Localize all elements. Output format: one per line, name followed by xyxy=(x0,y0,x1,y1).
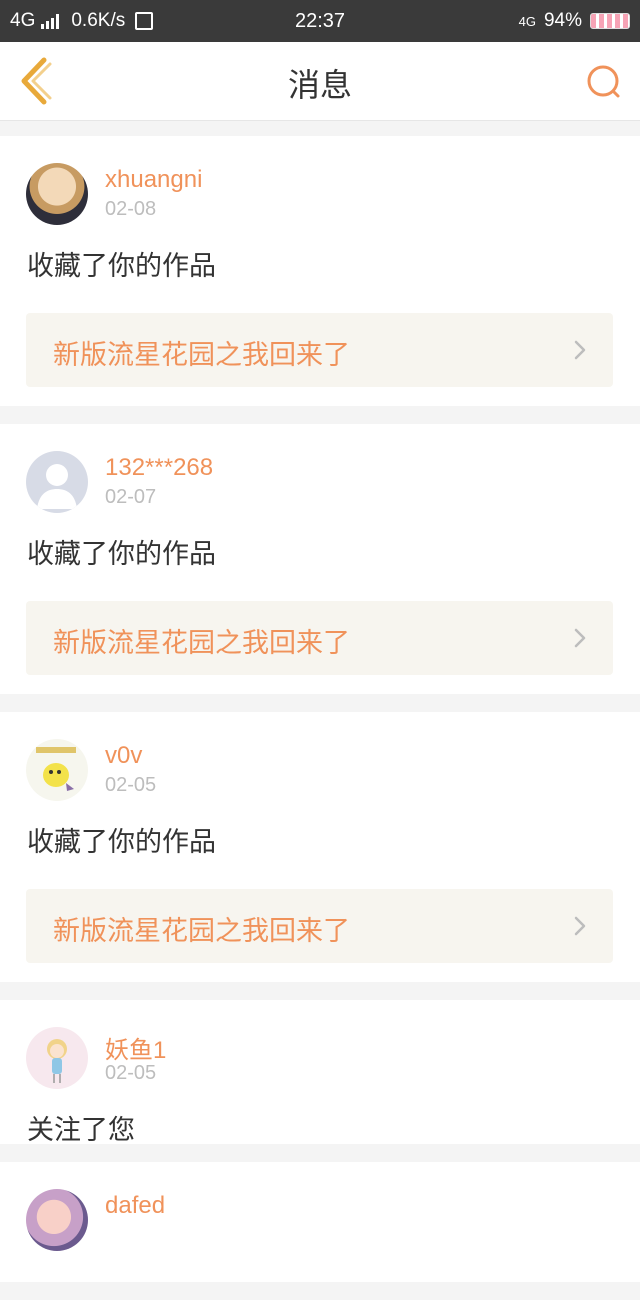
action-text: 收藏了你的作品 xyxy=(27,251,216,282)
work-title: 新版流星花园之我回来了 xyxy=(53,916,350,947)
search-icon[interactable] xyxy=(584,62,624,102)
cartoon-avatar-icon xyxy=(36,747,76,791)
battery-icon xyxy=(590,13,630,29)
avatar[interactable] xyxy=(26,163,88,225)
username[interactable]: xhuangni xyxy=(105,166,202,194)
chevron-right-icon xyxy=(574,916,586,936)
page-title: 消息 xyxy=(287,66,352,104)
avatar[interactable] xyxy=(26,1027,88,1089)
message-date: 02-05 xyxy=(105,1062,157,1084)
avatar[interactable] xyxy=(26,1189,88,1251)
username[interactable]: 132***268 xyxy=(105,454,213,482)
action-text: 收藏了你的作品 xyxy=(27,827,216,858)
message-card: dafed xyxy=(0,1162,640,1282)
action-text: 关注了您 xyxy=(27,1115,135,1146)
message-card: 妖鱼1 02-05 关注了您 xyxy=(0,1000,640,1146)
message-card: xhuangni 02-08 收藏了你的作品 新版流星花园之我回来了 xyxy=(0,136,640,406)
work-link[interactable]: 新版流星花园之我回来了 xyxy=(26,601,613,675)
header: 消息 xyxy=(0,42,640,121)
message-list: xhuangni 02-08 收藏了你的作品 新版流星花园之我回来了 132**… xyxy=(0,136,640,1300)
status-bar: 4G 0.6K/s 22:37 4G 94% xyxy=(0,0,640,42)
message-card: v0v 02-05 收藏了你的作品 新版流星花园之我回来了 xyxy=(0,712,640,982)
message-card: 132***268 02-07 收藏了你的作品 新版流星花园之我回来了 xyxy=(0,424,640,694)
avatar[interactable] xyxy=(26,451,88,513)
network-type-right: 4G xyxy=(518,13,536,29)
default-avatar-icon xyxy=(37,464,77,509)
work-title: 新版流星花园之我回来了 xyxy=(53,628,350,659)
avatar[interactable] xyxy=(26,739,88,801)
battery-level: 94% xyxy=(543,10,582,31)
chevron-right-icon xyxy=(574,340,586,360)
status-right: 4G 94% xyxy=(519,10,630,32)
work-title: 新版流星花园之我回来了 xyxy=(53,340,350,371)
username[interactable]: dafed xyxy=(105,1192,165,1220)
action-text: 收藏了你的作品 xyxy=(27,539,216,570)
message-date: 02-07 xyxy=(105,486,157,508)
chevron-right-icon xyxy=(574,628,586,648)
work-link[interactable]: 新版流星花园之我回来了 xyxy=(26,313,613,387)
doll-avatar-icon xyxy=(47,1039,67,1083)
work-link[interactable]: 新版流星花园之我回来了 xyxy=(26,889,613,963)
message-date: 02-08 xyxy=(105,198,157,220)
message-date: 02-05 xyxy=(105,774,157,796)
username[interactable]: v0v xyxy=(105,742,142,770)
username[interactable]: 妖鱼1 xyxy=(105,1030,166,1065)
